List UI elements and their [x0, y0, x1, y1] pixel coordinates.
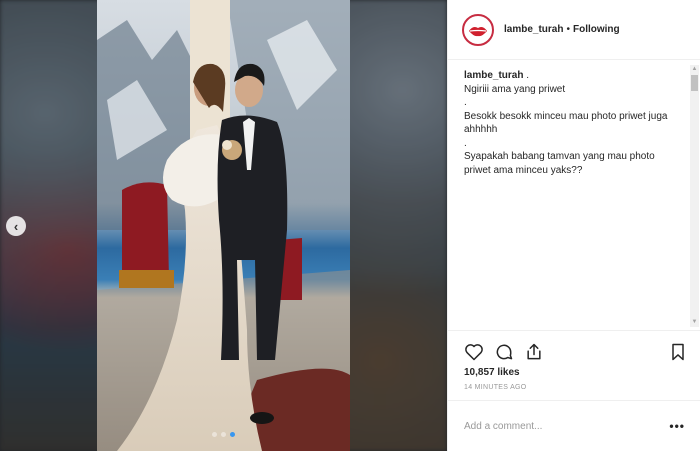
post-video[interactable]	[97, 0, 350, 451]
carousel-dot	[221, 432, 226, 437]
caption-line: Ngiriii ama yang priwet	[464, 83, 566, 95]
comment-input[interactable]: Add a comment...	[464, 421, 669, 432]
share-icon[interactable]	[524, 342, 544, 362]
avatar[interactable]	[462, 13, 494, 46]
following-button[interactable]: Following	[573, 24, 620, 35]
caption: lambe_turah . Ngiriii ama yang priwet . …	[448, 60, 700, 177]
post-panel: lambe_turah • Following lambe_turah . Ng…	[447, 0, 700, 451]
comment-icon[interactable]	[494, 342, 514, 362]
username-link[interactable]: lambe_turah	[504, 24, 563, 35]
actions-bar: 10,857 likes 14 MINUTES AGO	[448, 330, 700, 391]
caption-line: .	[526, 70, 530, 81]
carousel-indicator	[212, 432, 235, 437]
lips-logo-icon	[465, 17, 491, 42]
chevron-left-icon: ‹	[13, 218, 19, 234]
carousel-dot	[212, 432, 217, 437]
wedding-photo	[97, 0, 350, 451]
caption-line: .	[464, 137, 467, 149]
separator: •	[566, 24, 570, 35]
likes-count[interactable]: 10,857 likes	[448, 365, 700, 378]
post-header: lambe_turah • Following	[448, 0, 700, 60]
media-viewer: ‹	[0, 0, 447, 451]
carousel-dot-active	[230, 432, 235, 437]
carousel-prev-button[interactable]: ‹	[6, 216, 26, 236]
caption-username[interactable]: lambe_turah	[464, 70, 523, 81]
scroll-thumb[interactable]	[691, 75, 698, 91]
post-timestamp[interactable]: 14 MINUTES AGO	[448, 378, 700, 391]
comment-bar: Add a comment... •••	[448, 400, 700, 451]
more-options-icon[interactable]: •••	[669, 419, 685, 433]
scroll-up-arrow-icon[interactable]: ▲	[690, 65, 699, 74]
scrollbar[interactable]: ▲ ▼	[690, 65, 699, 327]
scroll-down-arrow-icon[interactable]: ▼	[690, 318, 699, 327]
caption-scroll-area[interactable]: lambe_turah . Ngiriii ama yang priwet . …	[448, 60, 700, 330]
caption-line: .	[464, 97, 467, 108]
heart-icon[interactable]	[464, 342, 484, 362]
caption-line: Besokk besokk minceu mau photo priwet ju…	[464, 110, 668, 136]
bookmark-icon[interactable]	[669, 342, 687, 362]
caption-line: Syapakah babang tamvan yang mau photo pr…	[464, 151, 655, 176]
